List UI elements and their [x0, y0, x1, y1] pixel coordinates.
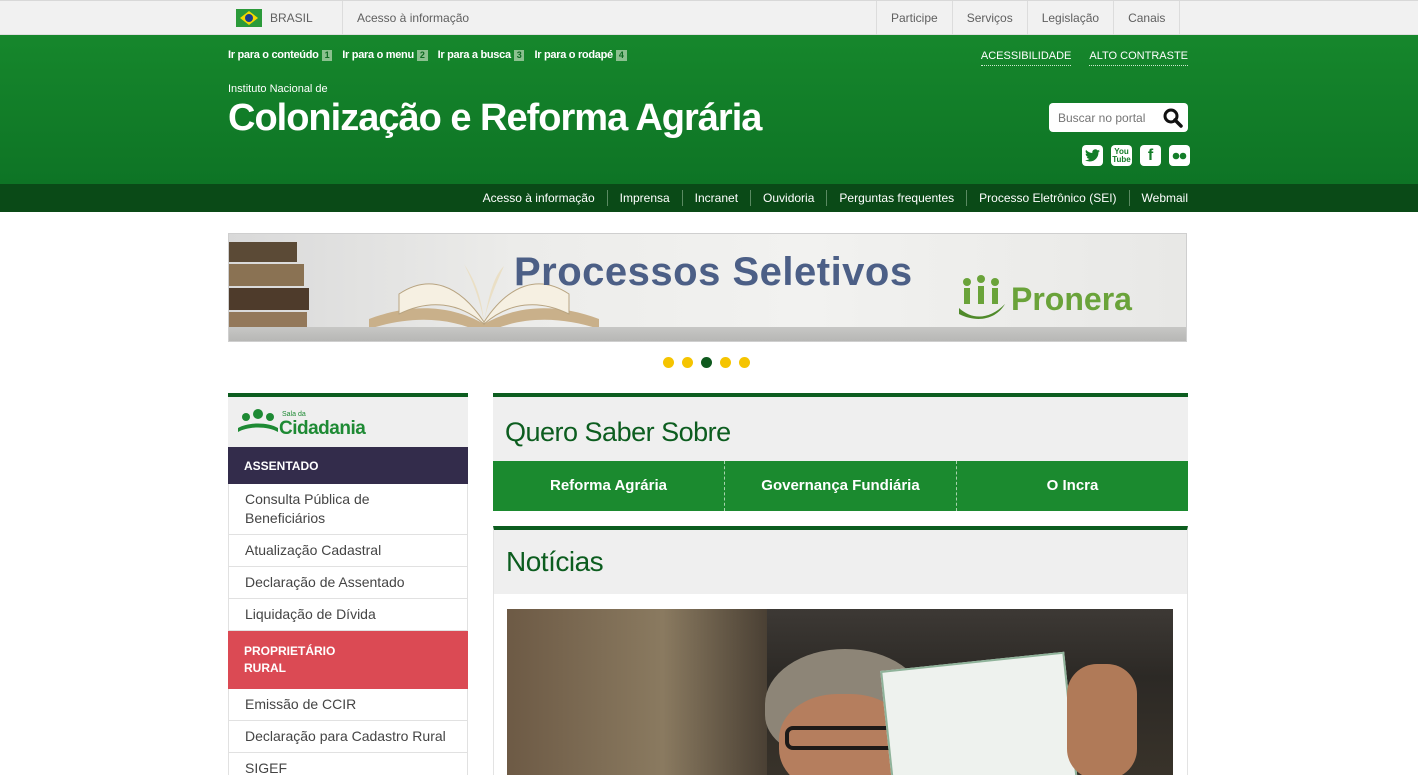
quero-saber-tabs: Reforma Agrária Governança Fundiária O I… — [493, 461, 1188, 511]
pronera-leaf-icon — [959, 275, 1005, 319]
pronera-logo: Pronera — [957, 274, 1132, 324]
access-info-link[interactable]: Acesso à informação — [357, 11, 469, 25]
nav-imprensa[interactable]: Imprensa — [606, 190, 682, 206]
logo-title: Cidadania — [279, 418, 366, 439]
site-header: Ir para o conteúdo 1 Ir para o menu 2 Ir p… — [0, 35, 1418, 184]
flickr-icon[interactable] — [1169, 145, 1190, 166]
tab-reforma-agraria[interactable]: Reforma Agrária — [493, 461, 724, 511]
sala-cidadania-logo[interactable]: Sala da Cidadania — [228, 397, 468, 447]
skip-links: Ir para o conteúdo 1 Ir para o menu 2 Ir p… — [228, 49, 627, 61]
carousel-dots — [663, 357, 750, 368]
accessibility-link[interactable]: ACESSIBILIDADE — [980, 50, 1072, 66]
sidebar-item-liquidacao-divida[interactable]: Liquidação de Dívida — [228, 599, 468, 631]
carousel-banner[interactable]: Processos Seletivos Pronera — [228, 233, 1187, 342]
carousel-dot-2[interactable] — [682, 357, 693, 368]
govbar-link-canais[interactable]: Canais — [1113, 1, 1181, 35]
service-nav: Acesso à informação Imprensa Incranet Ou… — [0, 184, 1418, 212]
institution-subtitle: Instituto Nacional de — [228, 83, 328, 95]
sidebar-item-consulta-publica[interactable]: Consulta Pública de Beneficiários — [228, 484, 468, 535]
nav-perguntas-frequentes[interactable]: Perguntas frequentes — [826, 190, 966, 206]
facebook-icon[interactable]: f — [1140, 145, 1161, 166]
news-header: Notícias — [494, 530, 1187, 594]
news-photo[interactable] — [507, 609, 1173, 775]
carousel-dot-4[interactable] — [720, 357, 731, 368]
nav-incranet[interactable]: Incranet — [681, 190, 750, 206]
table-surface — [229, 327, 1186, 341]
skip-link-content[interactable]: Ir para o conteúdo 1 — [228, 49, 333, 61]
nav-ouvidoria[interactable]: Ouvidoria — [750, 190, 826, 206]
govbar-link-servicos[interactable]: Serviços — [951, 1, 1027, 35]
government-bar: BRASIL Acesso à informação Participe Ser… — [0, 0, 1418, 35]
sidebar-item-emissao-ccir[interactable]: Emissão de CCIR — [228, 689, 468, 721]
govbar-link-legislacao[interactable]: Legislação — [1026, 1, 1113, 35]
category-line-2: RURAL — [244, 661, 286, 675]
accessibility-links: ACESSIBILIDADE ALTO CONTRASTE — [980, 50, 1188, 66]
news-title: Notícias — [506, 546, 604, 577]
category-proprietario-rural[interactable]: PROPRIETÁRIO RURAL — [228, 631, 468, 689]
govbar-link-participe[interactable]: Participe — [876, 1, 952, 35]
brasil-link[interactable]: BRASIL — [236, 8, 313, 28]
youtube-icon[interactable]: You Tube — [1111, 145, 1132, 166]
search-icon — [1163, 108, 1183, 128]
search-input[interactable] — [1049, 103, 1159, 132]
carousel-dot-1[interactable] — [663, 357, 674, 368]
logo-subtitle: Sala da — [282, 411, 306, 418]
tab-governanca-fundiaria[interactable]: Governança Fundiária — [724, 461, 956, 511]
social-links: You Tube f — [1082, 145, 1190, 166]
nav-webmail[interactable]: Webmail — [1128, 190, 1188, 206]
sidebar-item-declaracao-assentado[interactable]: Declaração de Assentado — [228, 567, 468, 599]
banner-title: Processos Seletivos — [514, 250, 913, 294]
document-illustration — [880, 651, 1079, 775]
category-assentado[interactable]: ASSENTADO — [228, 447, 468, 484]
brasil-label: BRASIL — [270, 11, 313, 25]
quero-saber-panel: Quero Saber Sobre Reforma Agrária Govern… — [493, 393, 1188, 511]
twitter-icon[interactable] — [1082, 145, 1103, 166]
category-line-1: PROPRIETÁRIO — [244, 644, 336, 658]
skip-link-footer[interactable]: Ir para o rodapé 4 — [534, 49, 627, 61]
search-box — [1049, 103, 1188, 132]
carousel-dot-5[interactable] — [739, 357, 750, 368]
pronera-brand: Pronera — [1011, 280, 1132, 317]
quero-saber-title: Quero Saber Sobre — [505, 417, 731, 447]
search-button[interactable] — [1162, 107, 1184, 129]
skip-link-menu[interactable]: Ir para o menu 2 — [342, 49, 428, 61]
nav-acesso-informacao[interactable]: Acesso à informação — [471, 190, 607, 206]
sidebar-item-declaracao-cadastro-rural[interactable]: Declaração para Cadastro Rural — [228, 721, 468, 753]
tab-o-incra[interactable]: O Incra — [956, 461, 1188, 511]
people-icon — [238, 409, 278, 432]
news-panel: Notícias — [493, 526, 1188, 775]
nav-processo-eletronico[interactable]: Processo Eletrônico (SEI) — [966, 190, 1128, 206]
carousel-dot-3-active[interactable] — [701, 357, 712, 368]
govbar-links: Participe Serviços Legislação Canais — [876, 1, 1181, 35]
high-contrast-link[interactable]: ALTO CONTRASTE — [1089, 50, 1188, 66]
skip-link-search[interactable]: Ir para a busca 3 — [438, 49, 525, 61]
sidebar-item-sigef[interactable]: SIGEF — [228, 753, 468, 775]
brazil-flag-icon — [236, 9, 262, 27]
sidebar-item-atualizacao-cadastral[interactable]: Atualização Cadastral — [228, 535, 468, 567]
sala-cidadania-sidebar: Sala da Cidadania ASSENTADO Consulta Púb… — [228, 393, 468, 775]
site-title[interactable]: Colonização e Reforma Agrária — [228, 97, 762, 140]
